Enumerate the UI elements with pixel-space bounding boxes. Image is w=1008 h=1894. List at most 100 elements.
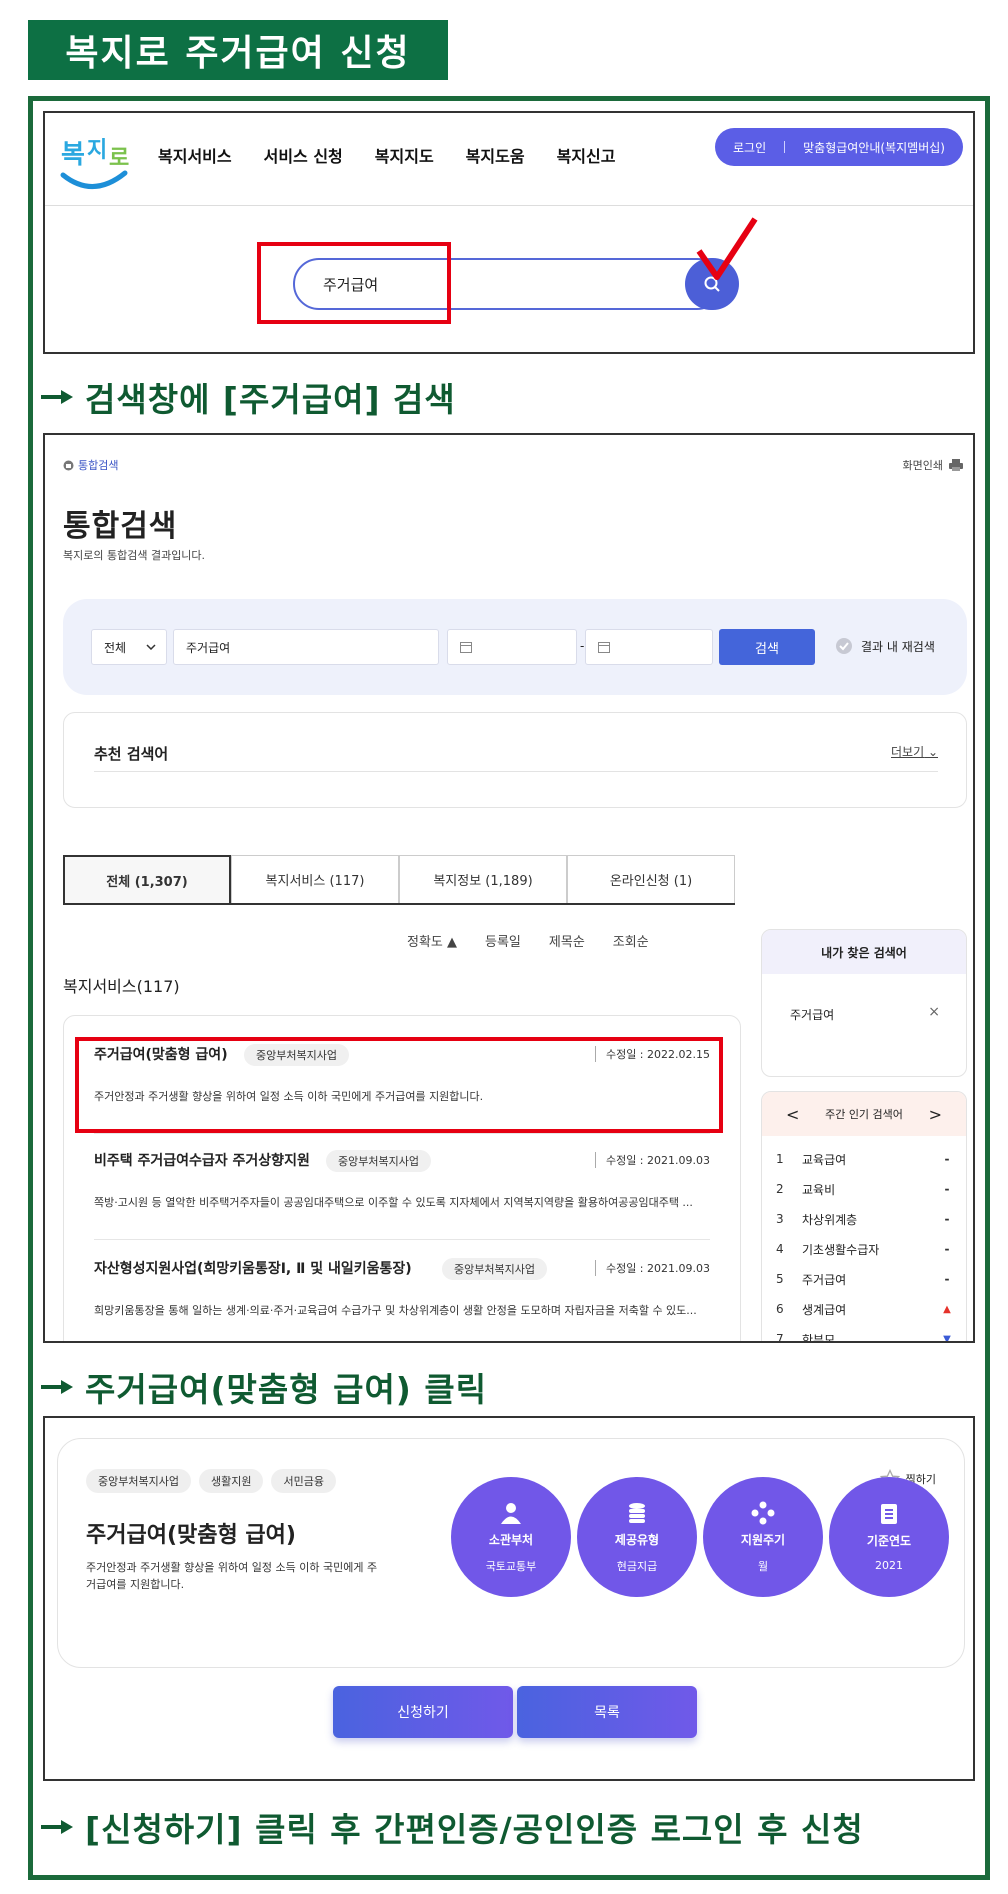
popular-row[interactable]: 6 생계급여 ▲ [776,1294,954,1324]
popular-keyword[interactable]: 차상위계층 [802,1211,940,1228]
popular-keyword[interactable]: 한부모 [802,1331,940,1342]
info-label: 제공유형 [614,1532,660,1547]
category-select[interactable]: 전체 [91,629,167,665]
keyword-value: 주거급여 [186,640,231,655]
calendar-icon [598,642,610,653]
step-1-caption: 검색창에 [주거급여] 검색 [41,373,456,421]
membership-link[interactable]: 맞춤형급여안내(복지멤버십) [803,139,945,156]
result-item-date: 수정일 : 2021.09.03 [594,1152,710,1168]
print-link[interactable]: 화면인쇄 [903,457,963,473]
service-info-circles: 소관부처 국토교통부 제공유형 현금지급 지원주기 월 기준연도 2021 [451,1477,949,1597]
close-icon[interactable]: × [928,1004,940,1020]
login-pill: 로그인 맞춤형급여안내(복지멤버십) [715,128,963,166]
screenshot-panel-search: 복 지 로 복지서비스 서비스 신청 복지지도 복지도움 복지신고 로그인 맞춤… [43,111,975,354]
step-2-text: 주거급여(맞춤형 급여) 클릭 [85,1370,488,1409]
my-searches-title: 내가 찾은 검색어 [762,930,966,974]
breadcrumb: 통합검색 [63,457,118,473]
tab-all[interactable]: 전체 (1,307) [63,855,231,903]
chevron-left-icon[interactable]: < [786,1105,799,1124]
popular-rank: 4 [776,1242,784,1256]
info-label: 소관부처 [488,1532,534,1547]
popular-row[interactable]: 7 한부모 ▼ [776,1324,954,1343]
info-label: 기준연도 [866,1534,912,1548]
svg-text:복: 복 [61,140,85,170]
nav-service-apply[interactable]: 서비스 신청 [264,143,343,167]
info-base-year: 기준연도 2021 [829,1477,949,1597]
rank-down-icon: ▼ [943,1333,951,1343]
info-ministry: 소관부처 국토교통부 [451,1477,571,1597]
step-2-caption: 주거급여(맞춤형 급여) 클릭 [41,1363,487,1411]
date-separator: - [580,639,585,653]
sort-options: 정확도 ▲ 등록일 제목순 조회순 [407,931,649,950]
recommended-divider [94,771,938,772]
screenshot-panel-results: 통합검색 화면인쇄 통합검색 복지로의 통합검색 결과입니다. 전체 주거급여 … [43,433,975,1343]
apply-button[interactable]: 신청하기 [333,1686,513,1738]
service-tags: 중앙부처복지사업 생활지원 서민금융 [86,1469,336,1493]
search-filter-bar: 전체 주거급여 - 검색 결과 내 재검색 [63,599,967,695]
info-value: 월 [757,1559,769,1573]
popular-row[interactable]: 4 기초생활수급자 - [776,1234,954,1264]
popular-rank: 3 [776,1212,784,1226]
nav-welfare-map[interactable]: 복지지도 [375,143,434,167]
tab-online-apply[interactable]: 온라인신청 (1) [567,855,735,903]
popular-keyword[interactable]: 기초생활수급자 [802,1241,940,1258]
info-value: 국토교통부 [485,1559,537,1573]
popular-rank: 1 [776,1152,784,1166]
sort-views[interactable]: 조회순 [613,931,649,950]
sort-accuracy[interactable]: 정확도 ▲ [407,931,457,950]
info-value: 2021 [875,1559,903,1572]
list-button[interactable]: 목록 [517,1686,697,1738]
my-search-keyword[interactable]: 주거급여 [790,1006,834,1023]
red-check-mark-icon [696,217,758,280]
bokjiro-logo[interactable]: 복 지 로 [57,127,132,197]
arrow-right-icon [41,1820,73,1834]
popular-keyword[interactable]: 교육급여 [802,1151,940,1168]
arrow-right-icon [41,1380,73,1394]
popular-row[interactable]: 1 교육급여 - [776,1144,954,1174]
recommended-title: 추천 검색어 [94,745,169,763]
chevron-down-icon [146,644,156,650]
sort-registered[interactable]: 등록일 [485,931,521,950]
popular-rank: 5 [776,1272,784,1286]
filter-search-button[interactable]: 검색 [719,629,815,665]
coins-icon [629,1502,645,1523]
more-link[interactable]: 더보기 ⌄ [891,743,938,760]
end-date-input[interactable] [585,629,713,665]
popular-keyword[interactable]: 생계급여 [802,1301,940,1318]
result-item-badge: 중앙부처복지사업 [442,1258,547,1280]
rank-change-icon: - [944,1152,950,1166]
popular-row[interactable]: 5 주거급여 - [776,1264,954,1294]
recommended-keywords: 추천 검색어 더보기 ⌄ [63,712,967,808]
popular-keyword[interactable]: 주거급여 [802,1271,940,1288]
rank-up-icon: ▲ [943,1303,951,1315]
popular-row[interactable]: 3 차상위계층 - [776,1204,954,1234]
breadcrumb-label[interactable]: 통합검색 [78,457,118,473]
svg-text:지: 지 [87,138,107,163]
login-link[interactable]: 로그인 [733,139,766,156]
category-value: 전체 [104,640,127,655]
result-item[interactable]: 비주택 주거급여수급자 주거상향지원 중앙부처복지사업 수정일 : 2021.0… [94,1134,710,1240]
sort-title[interactable]: 제목순 [549,931,585,950]
tab-welfare-info[interactable]: 복지정보 (1,189) [399,855,567,903]
result-item-badge: 중앙부처복지사업 [326,1150,431,1172]
result-item-title[interactable]: 자산형성지원사업(희망키움통장Ⅰ, Ⅱ 및 내일키움통장) [94,1258,412,1278]
popular-row[interactable]: 2 교육비 - [776,1174,954,1204]
popular-keyword[interactable]: 교육비 [802,1181,940,1198]
result-item-title[interactable]: 비주택 주거급여수급자 주거상향지원 [94,1150,310,1170]
page-subtitle: 복지로의 통합검색 결과입니다. [63,549,206,562]
tab-welfare-service[interactable]: 복지서비스 (117) [231,855,399,903]
tag-living-support: 생활지원 [198,1469,264,1493]
popular-title: 주간 인기 검색어 [825,1108,903,1121]
chevron-right-icon[interactable]: > [929,1105,942,1124]
result-item[interactable]: 자산형성지원사업(희망키움통장Ⅰ, Ⅱ 및 내일키움통장) 중앙부처복지사업 수… [94,1242,710,1341]
start-date-input[interactable] [447,629,577,665]
print-label: 화면인쇄 [902,459,943,472]
info-support-cycle: 지원주기 월 [703,1477,823,1597]
calendar-icon [460,642,472,653]
popular-rank: 7 [776,1332,784,1343]
nav-welfare-service[interactable]: 복지서비스 [158,143,232,167]
keyword-input[interactable]: 주거급여 [173,629,439,665]
nav-welfare-report[interactable]: 복지신고 [557,143,616,167]
re-search-checkbox[interactable]: 결과 내 재검색 [835,637,935,655]
nav-welfare-help[interactable]: 복지도움 [466,143,525,167]
